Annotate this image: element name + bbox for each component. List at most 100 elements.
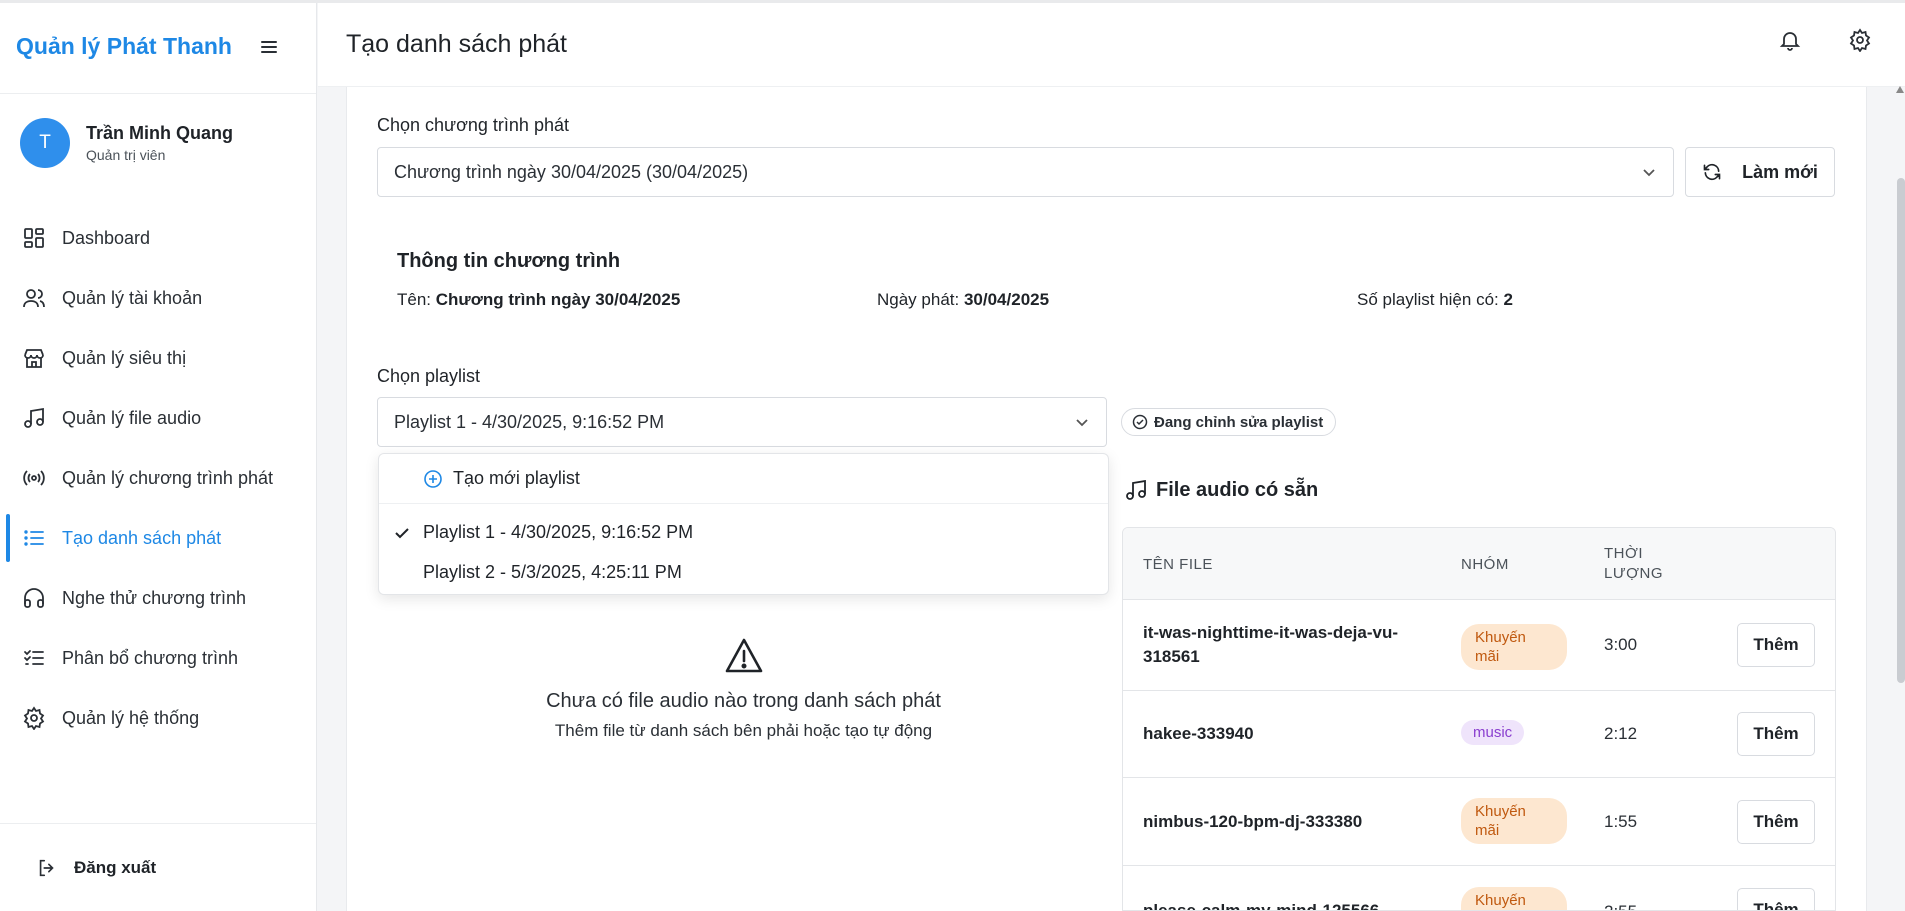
playlist-count-value: 2 <box>1503 290 1513 309</box>
program-info-count: Số playlist hiện có: 2 <box>1357 290 1513 310</box>
settings-icon[interactable] <box>1848 28 1874 54</box>
program-name-value: Chương trình ngày 30/04/2025 <box>435 290 681 309</box>
sidebar-brand: Quản lý Phát Thanh <box>0 0 316 94</box>
audio-duration: 1:55 <box>1604 812 1638 831</box>
sidebar-item-audio-files[interactable]: Quản lý file audio <box>0 388 316 448</box>
add-audio-button[interactable]: Thêm <box>1737 800 1815 844</box>
gear-icon <box>22 706 46 730</box>
sidebar-item-stores[interactable]: Quản lý siêu thị <box>0 328 316 388</box>
create-playlist-option[interactable]: Tạo mới playlist <box>379 454 1108 504</box>
refresh-label: Làm mới <box>1742 161 1818 182</box>
available-audio-heading: File audio có sẵn <box>1124 478 1318 502</box>
audio-duration: 3:00 <box>1604 635 1638 654</box>
sidebar-item-label: Quản lý file audio <box>62 407 202 428</box>
logout-label: Đăng xuất <box>74 857 157 877</box>
sidebar-item-label: Quản lý hệ thống <box>62 707 200 728</box>
program-info-name: Tên: Chương trình ngày 30/04/2025 <box>397 290 680 310</box>
program-select[interactable]: Chương trình ngày 30/04/2025 (30/04/2025… <box>377 147 1674 197</box>
group-badge: Khuyến mãi <box>1461 798 1567 844</box>
app-title: Quản lý Phát Thanh <box>16 33 232 59</box>
playlist-dropdown: Tạo mới playlist Playlist 1 - 4/30/2025,… <box>378 453 1109 595</box>
sidebar-item-accounts[interactable]: Quản lý tài khoản <box>0 268 316 328</box>
program-info-title: Thông tin chương trình <box>397 250 621 272</box>
table-header: TÊN FILE NHÓM THỜI LƯỢNG <box>1123 528 1835 600</box>
playlist-option-label: Playlist 1 - 4/30/2025, 9:16:52 PM <box>423 521 694 542</box>
users-icon <box>22 286 46 310</box>
add-audio-button[interactable]: Thêm <box>1737 888 1815 910</box>
column-header-duration-line2: LƯỢNG <box>1604 565 1664 582</box>
chevron-down-icon <box>1641 164 1657 180</box>
user-profile: T Trần Minh Quang Quản trị viên <box>0 94 316 190</box>
menu-icon[interactable] <box>258 36 280 58</box>
sidebar-item-label: Quản lý chương trình phát <box>62 467 273 488</box>
playlist-option-label: Playlist 2 - 5/3/2025, 4:25:11 PM <box>423 561 682 582</box>
column-header-duration-line1: THỜI <box>1604 545 1644 562</box>
avatar: T <box>20 118 70 168</box>
user-role: Quản trị viên <box>86 147 166 163</box>
group-badge: Khuyến mãi <box>1461 887 1567 910</box>
sidebar-item-preview[interactable]: Nghe thử chương trình <box>0 568 316 628</box>
program-select-value: Chương trình ngày 30/04/2025 (30/04/2025… <box>394 161 749 182</box>
sidebar: Quản lý Phát Thanh T Trần Minh Quang Quả… <box>0 0 317 911</box>
playlist-count-label: Số playlist hiện có: <box>1357 290 1499 309</box>
sidebar-item-label: Nghe thử chương trình <box>62 587 246 608</box>
chevron-down-icon <box>1074 414 1090 430</box>
group-badge: music <box>1461 720 1525 745</box>
create-playlist-label: Tạo mới playlist <box>453 468 580 488</box>
editing-status-label: Đang chỉnh sửa playlist <box>1154 413 1324 431</box>
list-icon <box>22 526 46 550</box>
dashboard-icon <box>22 226 46 250</box>
program-date-value: 30/04/2025 <box>963 290 1050 309</box>
user-name: Trần Minh Quang <box>86 123 233 143</box>
table-row: nimbus-120-bpm-dj-333380 Khuyến mãi 1:55… <box>1123 778 1835 866</box>
sidebar-item-system[interactable]: Quản lý hệ thống <box>0 688 316 748</box>
group-badge: Khuyến mãi <box>1461 624 1567 670</box>
sidebar-item-label: Quản lý tài khoản <box>62 287 203 308</box>
audio-duration: 2:55 <box>1604 902 1637 910</box>
editing-status-badge: Đang chỉnh sửa playlist <box>1121 408 1337 436</box>
sidebar-item-create-playlist[interactable]: Tạo danh sách phát <box>0 508 316 568</box>
logout-button[interactable]: Đăng xuất <box>0 823 316 911</box>
music-note-icon <box>22 406 46 430</box>
bell-icon[interactable] <box>1778 28 1804 54</box>
table-row: hakee-333940 music 2:12 Thêm <box>1123 691 1835 778</box>
audio-file-name: hakee-333940 <box>1143 724 1254 743</box>
page-title: Tạo danh sách phát <box>346 30 567 58</box>
check-icon <box>393 524 411 542</box>
sidebar-item-label: Tạo danh sách phát <box>62 527 222 548</box>
sidebar-nav: Dashboard Quản lý tài khoản Quản lý siêu… <box>0 208 316 748</box>
column-header-group: NHÓM <box>1461 556 1509 573</box>
playlist-option[interactable]: Playlist 1 - 4/30/2025, 9:16:52 PM <box>379 512 1108 552</box>
check-circle-icon <box>1132 414 1148 430</box>
headphones-icon <box>22 586 46 610</box>
table-row: it-was-nighttime-it-was-deja-vu-318561 K… <box>1123 600 1835 691</box>
refresh-button[interactable]: Làm mới <box>1685 147 1835 197</box>
audio-file-name: it-was-nighttime-it-was-deja-vu-318561 <box>1143 623 1399 666</box>
playlist-option[interactable]: Playlist 2 - 5/3/2025, 4:25:11 PM <box>379 552 1108 592</box>
add-audio-button[interactable]: Thêm <box>1737 623 1815 667</box>
page-scrollbar[interactable] <box>1897 178 1905 683</box>
audio-table: TÊN FILE NHÓM THỜI LƯỢNG it-was-nighttim… <box>1122 527 1836 911</box>
program-date-label: Ngày phát: <box>877 290 960 309</box>
empty-state-title: Chưa có file audio nào trong danh sách p… <box>546 690 941 712</box>
audio-file-name: nimbus-120-bpm-dj-333380 <box>1143 812 1363 831</box>
music-note-icon <box>1124 478 1148 502</box>
add-audio-button[interactable]: Thêm <box>1737 712 1815 756</box>
sidebar-item-programs[interactable]: Quản lý chương trình phát <box>0 448 316 508</box>
audio-duration: 2:12 <box>1604 724 1638 743</box>
plus-circle-icon <box>423 469 443 489</box>
sidebar-item-label: Dashboard <box>62 227 151 248</box>
available-audio-title: File audio có sẵn <box>1156 478 1319 501</box>
playlist-select[interactable]: Playlist 1 - 4/30/2025, 9:16:52 PM <box>377 397 1107 447</box>
checklist-icon <box>22 646 46 670</box>
sidebar-item-label: Phân bổ chương trình <box>62 647 238 668</box>
store-icon <box>22 346 46 370</box>
window-top-border <box>0 0 1905 3</box>
sidebar-item-dashboard[interactable]: Dashboard <box>0 208 316 268</box>
program-info-date: Ngày phát: 30/04/2025 <box>877 290 1049 310</box>
empty-state-subtitle: Thêm file từ danh sách bên phải hoặc tạo… <box>554 721 933 740</box>
top-header: Tạo danh sách phát <box>318 3 1905 87</box>
scroll-up-arrow[interactable] <box>1896 86 1904 93</box>
sidebar-item-distribution[interactable]: Phân bổ chương trình <box>0 628 316 688</box>
logout-icon <box>36 857 58 879</box>
